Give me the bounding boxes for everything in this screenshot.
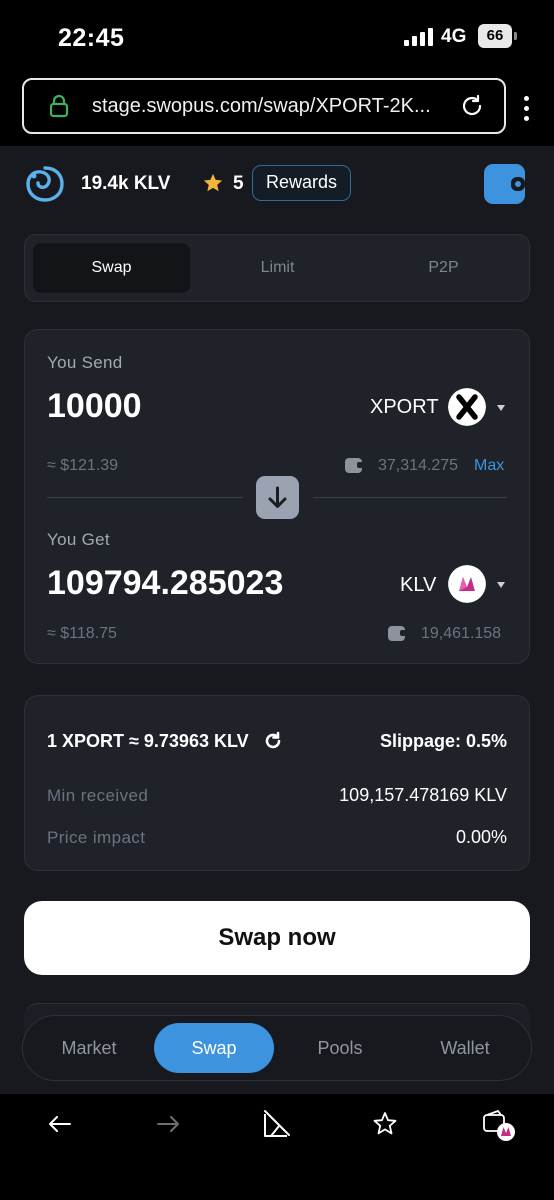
- tab-swap[interactable]: Swap: [33, 243, 190, 293]
- swap-now-button[interactable]: Swap now: [24, 901, 530, 975]
- price-impact-label: Price impact: [47, 828, 146, 847]
- switch-tokens-button[interactable]: [256, 476, 299, 519]
- nav-market[interactable]: Market: [29, 1023, 149, 1073]
- send-usd-value: ≈ $121.39: [47, 457, 119, 474]
- wallet-extension-icon[interactable]: [482, 1108, 516, 1142]
- divider: [47, 497, 243, 498]
- divider: [313, 497, 507, 498]
- chevron-down-icon[interactable]: [497, 582, 505, 588]
- stars-count: 5: [233, 173, 244, 194]
- nav-swap[interactable]: Swap: [154, 1023, 274, 1073]
- reload-icon[interactable]: [460, 94, 484, 118]
- slippage-setting[interactable]: Slippage: 0.5%: [380, 731, 507, 752]
- get-usd-value: ≈ $118.75: [47, 625, 117, 642]
- xport-token-icon[interactable]: [448, 388, 486, 426]
- swopus-logo-icon[interactable]: [24, 164, 66, 204]
- klv-token-icon[interactable]: [448, 565, 486, 603]
- chevron-down-icon[interactable]: [497, 405, 505, 411]
- min-received-label: Min received: [47, 786, 149, 805]
- wallet-balance-icon: [388, 626, 406, 641]
- price-impact-value: 0.00%: [455, 827, 507, 847]
- address-bar[interactable]: stage.swopus.com/swap/XPORT-2K...: [22, 78, 506, 134]
- get-amount-output: 109794.285023: [47, 564, 284, 602]
- exchange-rate: 1 XPORT ≈ 9.73963 KLV: [47, 731, 249, 751]
- send-amount-input[interactable]: 10000: [47, 387, 142, 426]
- refresh-icon[interactable]: [263, 731, 283, 751]
- max-button[interactable]: Max: [474, 457, 504, 475]
- signal-icon: [404, 28, 434, 46]
- get-token-symbol[interactable]: KLV: [400, 574, 436, 597]
- network-label: 4G: [441, 26, 467, 47]
- battery-tip: [514, 32, 517, 40]
- nav-wallet[interactable]: Wallet: [405, 1023, 525, 1073]
- get-token-balance: 19,461.158: [421, 625, 502, 642]
- tab-limit[interactable]: Limit: [199, 243, 356, 293]
- send-token-symbol[interactable]: XPORT: [370, 396, 439, 419]
- swap-details-card: 1 XPORT ≈ 9.73963 KLV Slippage: 0.5% Min…: [24, 695, 530, 871]
- klv-balance: 19.4k KLV: [81, 173, 171, 194]
- swap-card: You Send 10000 XPORT ≈ $121.39 37,314.27…: [24, 329, 530, 664]
- lock-icon: [49, 94, 69, 118]
- wallet-balance-icon: [345, 458, 363, 473]
- send-label: You Send: [47, 353, 123, 372]
- forward-arrow-icon[interactable]: [154, 1110, 182, 1138]
- browser-toolbar: stage.swopus.com/swap/XPORT-2K...: [0, 72, 554, 146]
- url-text[interactable]: stage.swopus.com/swap/XPORT-2K...: [92, 95, 440, 118]
- rewards-button[interactable]: Rewards: [252, 165, 351, 201]
- battery-icon: 66: [478, 24, 512, 48]
- back-arrow-icon[interactable]: [46, 1110, 74, 1138]
- more-menu-icon[interactable]: [524, 96, 530, 122]
- arrow-down-icon: [268, 486, 287, 508]
- tab-p2p[interactable]: P2P: [365, 243, 522, 293]
- star-icon: [203, 173, 223, 192]
- status-time: 22:45: [58, 24, 125, 52]
- get-label: You Get: [47, 530, 110, 549]
- wallet-icon[interactable]: [484, 164, 525, 204]
- browser-bottom-toolbar: [0, 1094, 554, 1200]
- ad-block-icon[interactable]: [261, 1108, 293, 1140]
- swap-mode-tabs: Swap Limit P2P: [24, 234, 530, 302]
- bookmark-star-icon[interactable]: [371, 1110, 399, 1138]
- send-token-balance: 37,314.275: [378, 457, 459, 474]
- bottom-navigation: Market Swap Pools Wallet: [22, 1015, 532, 1081]
- min-received-value: 109,157.478169 KLV: [339, 785, 507, 805]
- status-bar: 22:45 4G 66: [0, 0, 554, 72]
- nav-pools[interactable]: Pools: [280, 1023, 400, 1073]
